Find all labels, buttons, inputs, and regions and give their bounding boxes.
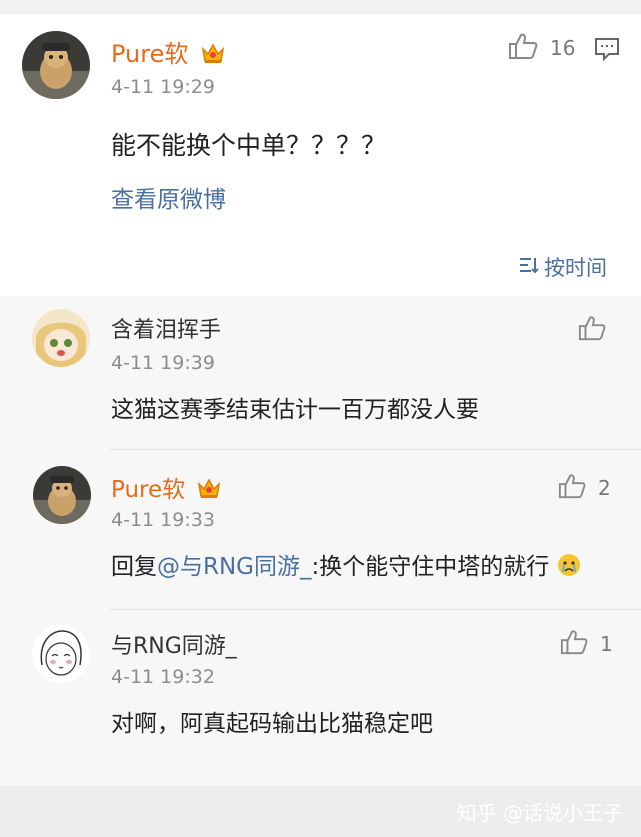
main-like-count: 16 xyxy=(550,36,576,60)
reply-1-avatar[interactable] xyxy=(32,309,90,367)
reply-1-text: 这猫这赛季结束估计一百万都没人要 xyxy=(111,397,479,423)
reply-2-avatar[interactable] xyxy=(33,466,91,524)
main-comment-text: 能不能换个中单？？？？ xyxy=(111,131,387,160)
main-time: 4-11 19:29 xyxy=(111,76,215,98)
thumbs-up-icon xyxy=(508,32,538,64)
reply-2-text-body: :换个能守住中塔的就行 xyxy=(311,554,550,580)
reply-2-username[interactable]: Pure软 xyxy=(111,470,222,506)
sort-icon xyxy=(518,254,540,281)
reply-prefix: 回复 xyxy=(111,554,157,580)
crying-emoji-icon xyxy=(557,553,581,583)
zhihu-watermark: 知乎 @话说小王子 xyxy=(456,801,623,825)
main-username-text[interactable]: Pure软 xyxy=(111,40,188,68)
view-original-link[interactable]: 查看原微博 xyxy=(111,180,226,214)
reply-1-like-button[interactable] xyxy=(578,314,606,346)
reply-3-username[interactable]: 与RNG同游_ xyxy=(111,628,237,660)
thumbs-up-icon xyxy=(558,472,586,504)
reply-1-username[interactable]: 含着泪挥手 xyxy=(111,312,221,344)
mention-link[interactable]: @与RNG同游_ xyxy=(157,554,312,580)
main-username[interactable]: Pure软 xyxy=(111,34,226,71)
reply-2-text: 回复@与RNG同游_:换个能守住中塔的就行 xyxy=(111,547,581,583)
reply-2-username-text[interactable]: Pure软 xyxy=(111,477,185,503)
reply-3-like-count: 1 xyxy=(600,632,613,656)
main-like-button[interactable]: 16 xyxy=(508,32,575,64)
reply-divider xyxy=(110,449,641,450)
top-strip xyxy=(0,0,641,14)
reply-3-like-button[interactable]: 1 xyxy=(560,628,613,660)
reply-3-time: 4-11 19:32 xyxy=(111,666,215,688)
sort-by-time-button[interactable]: 按时间 xyxy=(518,252,607,282)
reply-2-like-count: 2 xyxy=(598,476,611,500)
sort-label: 按时间 xyxy=(544,256,607,280)
main-avatar[interactable] xyxy=(22,31,90,99)
reply-3-text: 对啊，阿真起码输出比猫稳定吧 xyxy=(111,711,433,737)
vip-crown-icon xyxy=(196,476,222,506)
reply-2-time: 4-11 19:33 xyxy=(111,509,215,531)
reply-3-avatar[interactable] xyxy=(32,625,90,683)
comment-reply-icon[interactable] xyxy=(594,36,620,66)
reply-1-time: 4-11 19:39 xyxy=(111,352,215,374)
reply-2-like-button[interactable]: 2 xyxy=(558,472,611,504)
reply-divider xyxy=(110,609,641,610)
thumbs-up-icon xyxy=(560,628,588,660)
vip-crown-icon xyxy=(200,41,226,71)
thumbs-up-icon xyxy=(578,314,606,346)
